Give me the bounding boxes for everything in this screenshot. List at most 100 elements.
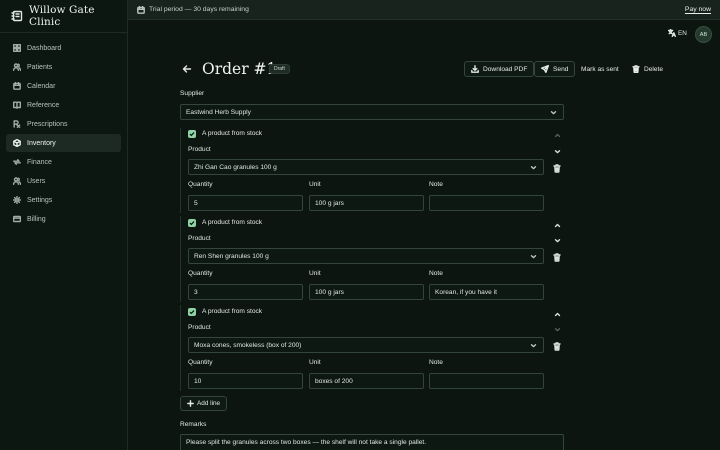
sidebar-item-patients[interactable]: Patients	[6, 58, 121, 76]
translate-icon	[668, 29, 676, 37]
note-input[interactable]	[429, 195, 544, 211]
delete-button[interactable]: Delete	[626, 61, 669, 77]
sidebar-item-label: Dashboard	[27, 44, 62, 52]
chevron-down-icon	[550, 109, 557, 116]
download-pdf-button[interactable]: Download PDF	[464, 61, 535, 77]
unit-value: 100 g jars	[315, 199, 344, 207]
back-arrow-icon[interactable]	[182, 64, 192, 74]
note-input[interactable]: Korean, if you have it	[429, 284, 544, 300]
line-divider	[180, 128, 181, 213]
quantity-value: 10	[194, 377, 202, 385]
brand[interactable]: Willow Gate Clinic	[0, 0, 127, 33]
sidebar-item-inventory[interactable]: Inventory	[6, 134, 121, 152]
users-icon	[13, 63, 21, 71]
status-badge: Draft	[269, 64, 290, 74]
sidebar-item-prescriptions[interactable]: Prescriptions	[6, 115, 121, 133]
chevron-up-icon[interactable]	[554, 222, 561, 229]
sidebar-item-label: Users	[27, 177, 46, 185]
unit-input[interactable]: 100 g jars	[309, 284, 424, 300]
chevron-down-icon[interactable]	[554, 237, 561, 244]
sidebar-item-settings[interactable]: Settings	[6, 191, 121, 209]
unit-value: 100 g jars	[315, 288, 344, 296]
from-stock-checkbox[interactable]	[188, 308, 196, 316]
note-label: Note	[429, 359, 443, 366]
product-value: Moxa cones, smokeless (box of 200)	[194, 341, 302, 349]
send-label: Send	[553, 65, 569, 73]
chevron-down-icon	[530, 164, 537, 171]
sidebar-item-label: Patients	[27, 63, 53, 71]
line-divider	[180, 216, 181, 302]
quantity-input[interactable]: 5	[188, 195, 303, 211]
sidebar: Willow Gate Clinic Dashboard Patients Ca…	[0, 0, 128, 450]
quantity-label: Quantity	[188, 270, 213, 277]
book-icon	[13, 101, 21, 109]
supplier-label: Supplier	[180, 90, 205, 97]
supplier-value: Eastwind Herb Supply	[186, 108, 251, 116]
trash-icon[interactable]	[553, 164, 561, 173]
mark-as-sent-label: Mark as sent	[581, 65, 619, 73]
calendar-icon	[137, 5, 145, 14]
send-icon	[541, 65, 549, 73]
quantity-label: Quantity	[188, 181, 213, 188]
sidebar-item-reference[interactable]: Reference	[6, 96, 121, 114]
from-stock-checkbox[interactable]	[188, 130, 196, 138]
note-label: Note	[429, 270, 443, 277]
language-switcher[interactable]: EN	[668, 29, 687, 37]
sidebar-item-users[interactable]: Users	[6, 172, 121, 190]
sidebar-item-billing[interactable]: Billing	[6, 210, 121, 228]
users-icon	[13, 177, 21, 185]
download-pdf-label: Download PDF	[483, 65, 528, 73]
sidebar-item-label: Settings	[27, 196, 53, 204]
trash-icon[interactable]	[553, 253, 561, 262]
chevron-down-icon[interactable]	[554, 148, 561, 155]
sidebar-item-label: Finance	[27, 158, 52, 166]
download-icon	[471, 65, 479, 73]
quantity-value: 3	[194, 288, 198, 296]
avatar[interactable]: AB	[695, 26, 712, 43]
product-value: Ren Shen granules 100 g	[194, 252, 269, 260]
sidebar-item-label: Calendar	[27, 82, 56, 90]
unit-input[interactable]: boxes of 200	[309, 373, 424, 389]
product-label: Product	[188, 146, 211, 153]
clinic-logo-icon	[11, 10, 23, 22]
card-icon	[13, 215, 21, 223]
line-divider	[180, 305, 181, 391]
remarks-value: Please split the granules across two box…	[186, 439, 427, 446]
app-name: Willow Gate Clinic	[29, 4, 95, 28]
remarks-textarea[interactable]: Please split the granules across two box…	[180, 434, 564, 450]
sidebar-item-label: Prescriptions	[27, 120, 68, 128]
product-value: Zhi Gan Cao granules 100 g	[194, 163, 277, 171]
gear-icon	[13, 196, 21, 204]
chevron-up-icon[interactable]	[554, 132, 561, 139]
sidebar-item-finance[interactable]: Finance	[6, 153, 121, 171]
sidebar-item-calendar[interactable]: Calendar	[6, 77, 121, 95]
trial-text: Trial period — 30 days remaining	[149, 6, 249, 13]
unit-input[interactable]: 100 g jars	[309, 195, 424, 211]
plus-icon	[187, 400, 194, 407]
quantity-input[interactable]: 3	[188, 284, 303, 300]
page-title: Order #1	[202, 60, 277, 78]
send-button[interactable]: Send	[534, 61, 576, 77]
sidebar-item-label: Reference	[27, 101, 60, 109]
quantity-value: 5	[194, 199, 198, 207]
from-stock-checkbox[interactable]	[188, 219, 196, 227]
sidebar-nav: Dashboard Patients Calendar Reference Pr…	[0, 33, 127, 228]
note-label: Note	[429, 181, 443, 188]
note-input[interactable]	[429, 373, 544, 389]
trash-icon[interactable]	[553, 342, 561, 351]
chevron-up-icon[interactable]	[554, 311, 561, 318]
supplier-select[interactable]: Eastwind Herb Supply	[180, 104, 564, 120]
add-line-button[interactable]: Add line	[180, 396, 228, 411]
product-select[interactable]: Moxa cones, smokeless (box of 200)	[188, 337, 544, 353]
quantity-input[interactable]: 10	[188, 373, 303, 389]
from-stock-label: A product from stock	[202, 219, 263, 226]
note-value: Korean, if you have it	[435, 288, 497, 296]
trial-banner: Trial period — 30 days remaining Pay now	[128, 0, 720, 20]
product-select[interactable]: Zhi Gan Cao granules 100 g	[188, 159, 544, 175]
pay-now-link[interactable]: Pay now	[685, 6, 711, 13]
unit-label: Unit	[309, 270, 321, 277]
mark-as-sent-button[interactable]: Mark as sent	[575, 61, 625, 77]
sidebar-item-dashboard[interactable]: Dashboard	[6, 39, 121, 57]
product-select[interactable]: Ren Shen granules 100 g	[188, 248, 544, 264]
chevron-down-icon[interactable]	[554, 326, 561, 333]
